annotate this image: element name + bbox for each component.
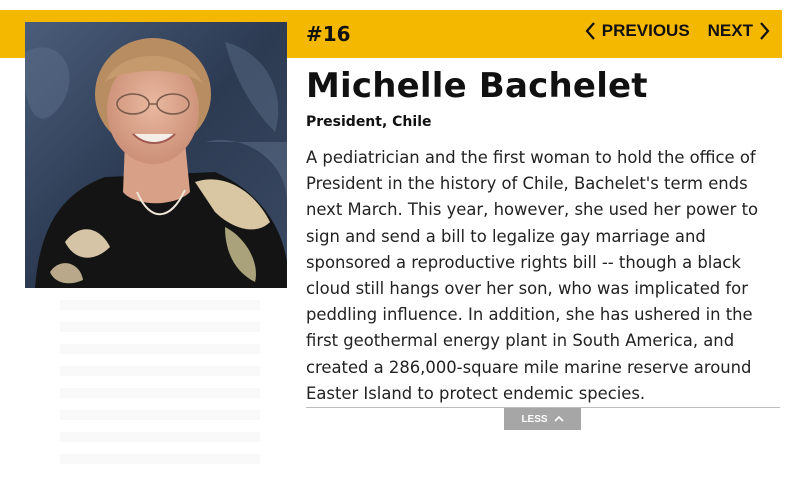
person-name: Michelle Bachelet [306,66,648,106]
faded-background-text [60,300,260,470]
less-button[interactable]: LESS [504,408,581,430]
chevron-up-icon [553,414,564,425]
rank-number: #16 [306,22,351,46]
chevron-right-icon [759,21,770,41]
person-role: President, Chile [306,114,432,130]
next-label: NEXT [707,21,753,40]
pagination-nav: PREVIOUS NEXT [585,21,770,41]
next-button[interactable]: NEXT [708,21,770,41]
person-bio: A pediatrician and the first woman to ho… [306,148,759,403]
profile-photo [25,22,287,288]
previous-button[interactable]: PREVIOUS [585,21,690,41]
less-label: LESS [521,413,548,425]
previous-label: PREVIOUS [601,21,690,40]
chevron-left-icon [585,21,596,41]
